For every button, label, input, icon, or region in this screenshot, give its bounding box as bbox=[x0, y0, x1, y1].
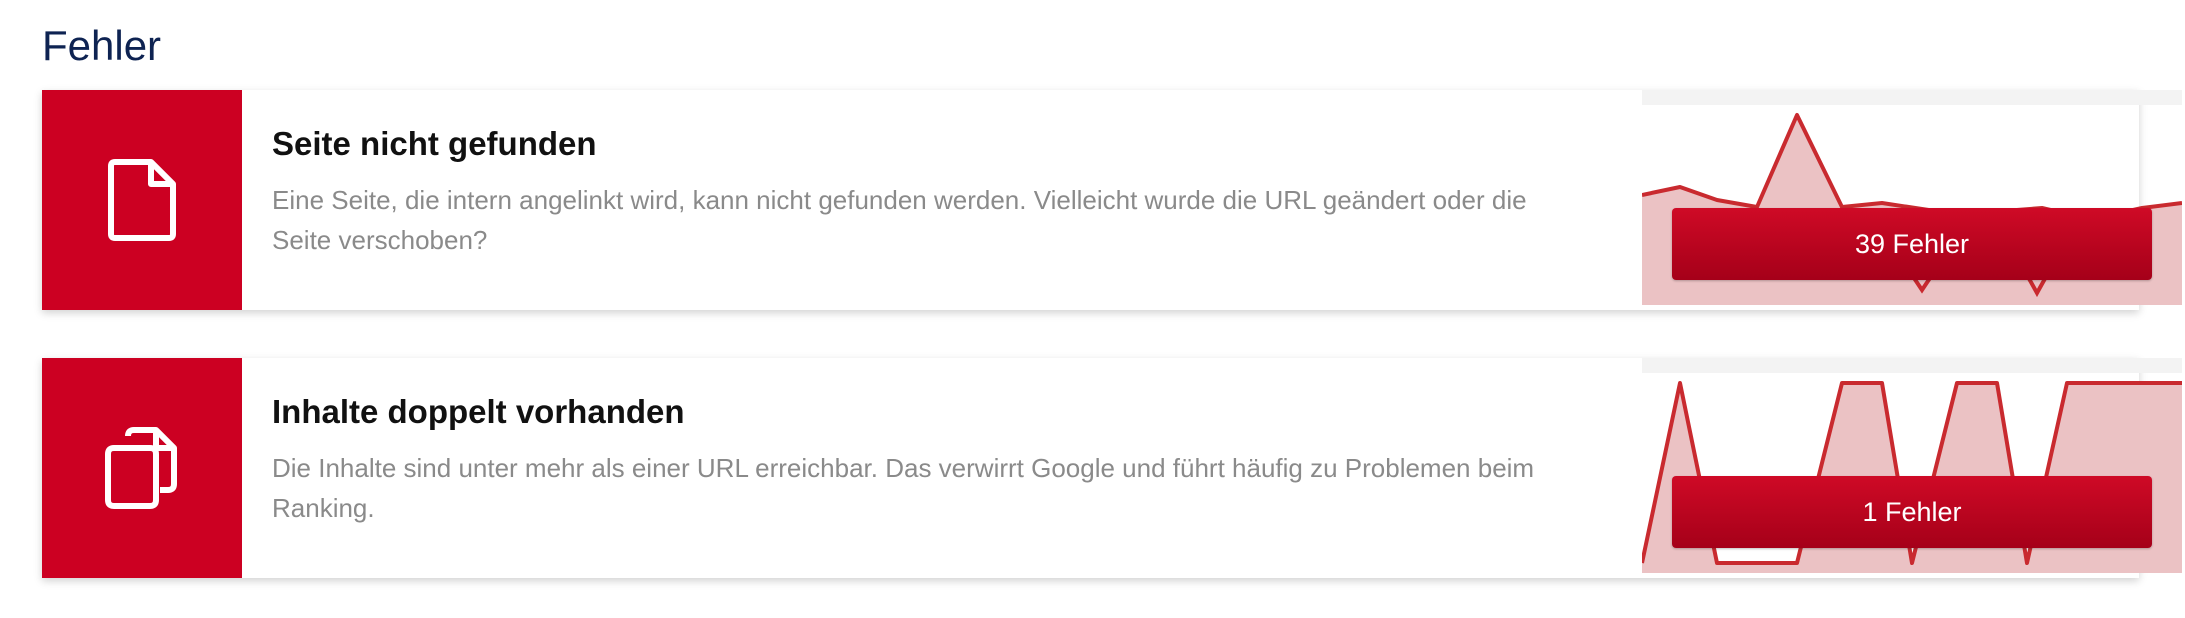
error-card-duplicate-content[interactable]: Inhalte doppelt vorhanden Die Inhalte si… bbox=[42, 358, 2182, 578]
error-count-button[interactable]: 1 Fehler bbox=[1672, 476, 2152, 548]
icon-box bbox=[42, 90, 242, 310]
card-text: Inhalte doppelt vorhanden Die Inhalte si… bbox=[242, 358, 1642, 578]
card-text: Seite nicht gefunden Eine Seite, die int… bbox=[242, 90, 1642, 310]
error-count-button[interactable]: 39 Fehler bbox=[1672, 208, 2152, 280]
icon-box bbox=[42, 358, 242, 578]
card-title: Seite nicht gefunden bbox=[272, 125, 597, 162]
card-description: Die Inhalte sind unter mehr als einer UR… bbox=[272, 453, 1535, 523]
duplicate-documents-icon bbox=[105, 427, 177, 509]
document-icon bbox=[108, 159, 176, 241]
card-description: Eine Seite, die intern angelinkt wird, k… bbox=[272, 185, 1527, 255]
sparkline-chart: 39 Fehler bbox=[1642, 90, 2182, 310]
section-title: Fehler bbox=[42, 22, 162, 69]
card-title: Inhalte doppelt vorhanden bbox=[272, 393, 685, 430]
sparkline-chart: 1 Fehler bbox=[1642, 358, 2182, 578]
error-card-page-not-found[interactable]: Seite nicht gefunden Eine Seite, die int… bbox=[42, 90, 2182, 310]
